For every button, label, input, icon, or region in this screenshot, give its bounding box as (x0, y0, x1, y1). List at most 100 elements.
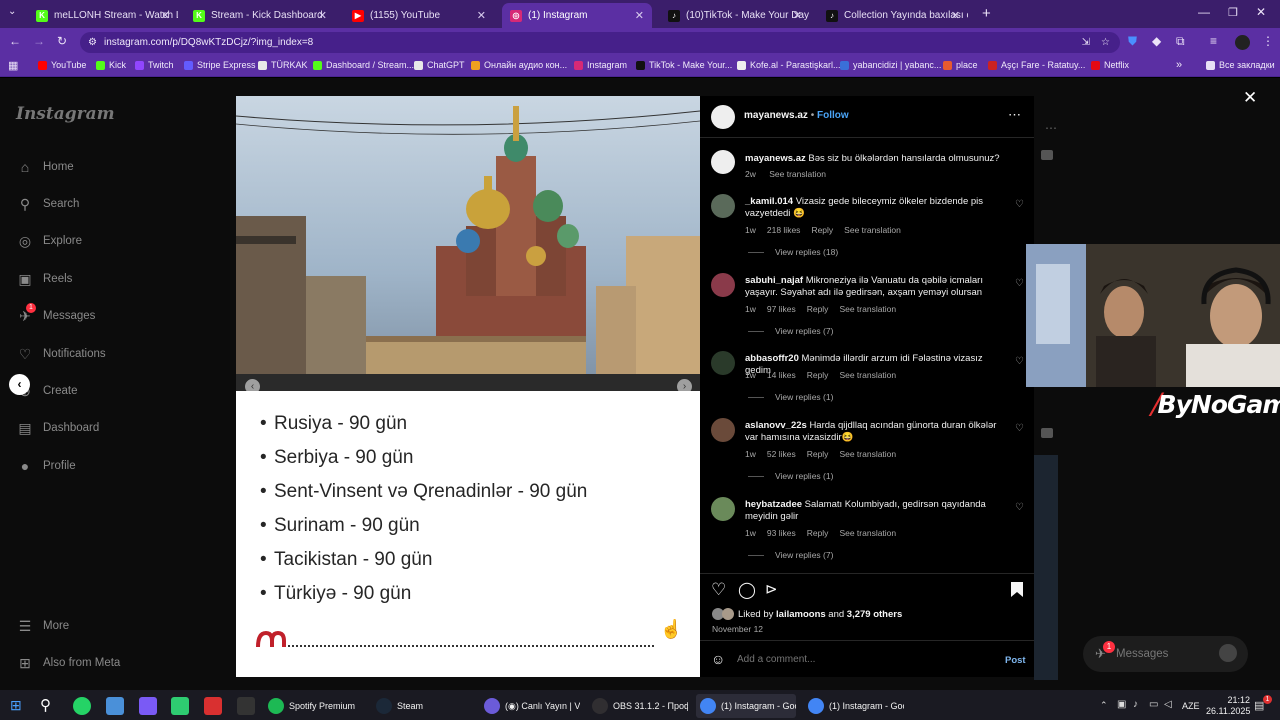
tray-chevron-icon[interactable]: ⌃ (1100, 700, 1108, 711)
bookmark-item[interactable]: Aşçı Fare - Ratatuy... (988, 60, 1085, 70)
browser-tab[interactable]: KmeLLONH Stream - Watch Live✕ (28, 3, 178, 28)
tab-close-icon[interactable]: ✕ (635, 9, 644, 22)
bookmark-item[interactable]: Dashboard / Stream... (313, 60, 414, 70)
bookmark-item[interactable]: yabancidizi | yabanc... (840, 60, 941, 70)
explorer-icon[interactable] (106, 697, 124, 715)
floating-messages[interactable]: ✈ 1 Messages (1083, 636, 1248, 672)
post-comment-button[interactable]: Post (1005, 655, 1026, 666)
sidebar-item-also-from-meta[interactable]: ⊞ Also from Meta (16, 654, 120, 672)
site-info-icon[interactable]: ⚙ (88, 32, 97, 53)
menu-icon[interactable]: ⋮ (1262, 34, 1274, 48)
sidebar-item-dashboard[interactable]: ▤ Dashboard (16, 419, 99, 437)
bookmark-item[interactable]: place (943, 60, 978, 70)
more-options-icon[interactable]: ⋯ (1008, 107, 1021, 123)
taskbar-search-icon[interactable]: ⚲ (40, 696, 51, 714)
sidebar-item-notifications[interactable]: ♡ Notifications (16, 345, 106, 363)
comment-icon[interactable]: ◯ (738, 580, 756, 600)
install-icon[interactable]: ⇲ (1082, 32, 1090, 53)
comment-likes[interactable]: 97 likes (767, 304, 796, 314)
commenter-avatar[interactable] (711, 497, 735, 521)
back-icon[interactable]: ← (9, 34, 21, 48)
commenter-username[interactable]: _kamil.014 (745, 196, 793, 207)
close-window-icon[interactable]: ✕ (1256, 5, 1266, 19)
taskbar-app[interactable]: Steam (372, 694, 472, 718)
bookmark-item[interactable]: Kick (96, 60, 126, 70)
comment-like-icon[interactable]: ♡ (1015, 278, 1024, 289)
bookmark-item[interactable]: TikTok - Make Your... (636, 60, 732, 70)
tab-close-icon[interactable]: ✕ (161, 9, 170, 22)
share-icon[interactable]: ⊳ (765, 580, 778, 598)
bookmark-item[interactable]: ChatGPT (414, 60, 465, 70)
comment-like-icon[interactable]: ♡ (1015, 356, 1024, 367)
see-translation-link[interactable]: See translation (839, 304, 896, 314)
view-replies-link[interactable]: View replies (7) (748, 550, 833, 560)
tab-close-icon[interactable]: ✕ (951, 9, 960, 22)
see-translation-link[interactable]: See translation (839, 528, 896, 538)
comment-likes[interactable]: 218 likes (767, 225, 801, 235)
commenter-avatar[interactable] (711, 418, 735, 442)
sidebar-item-search[interactable]: ⚲ Search (16, 195, 80, 213)
reload-icon[interactable]: ↻ (57, 34, 67, 48)
minimize-icon[interactable]: — (1198, 5, 1210, 19)
reply-link[interactable]: Reply (807, 370, 829, 380)
taskbar-app[interactable]: (1) Instagram - Goo... (804, 694, 904, 718)
view-replies-link[interactable]: View replies (7) (748, 326, 833, 336)
comment-like-icon[interactable]: ♡ (1015, 199, 1024, 210)
browser-tab[interactable]: ♪ Collection Yayında baxılası cr ✕ (818, 3, 968, 28)
sidebar-item-reels[interactable]: ▣ Reels (16, 270, 72, 288)
close-modal-icon[interactable]: ✕ (1243, 88, 1257, 108)
taskbar-app[interactable]: Spotify Premium (264, 694, 364, 718)
media-icon[interactable]: ≡ (1210, 34, 1217, 48)
taskbar-app[interactable]: (◉) Canlı Yayın | V... (480, 694, 580, 718)
keyboard-language[interactable]: AZE (1182, 701, 1200, 711)
reply-link[interactable]: Reply (811, 225, 833, 235)
commenter-username[interactable]: abbasoffr20 (745, 353, 799, 364)
forward-icon[interactable]: → (33, 34, 45, 48)
sidebar-item-more[interactable]: ☰ More (16, 617, 69, 635)
author-avatar[interactable] (711, 105, 735, 129)
sidebar-item-messages[interactable]: ✈ Messages 1 (16, 303, 95, 325)
commenter-username[interactable]: sabuhi_najaf (745, 275, 803, 286)
maximize-icon[interactable]: ❐ (1228, 6, 1238, 19)
store-icon[interactable] (171, 697, 189, 715)
browser-tab[interactable]: ♪ (10)TikTok - Make Your Day ✕ (660, 3, 810, 28)
follow-button[interactable]: Follow (817, 110, 849, 121)
bookmark-item[interactable]: TÜRKAK (258, 60, 308, 70)
instagram-logo[interactable]: Instagram (16, 104, 115, 124)
comment-likes[interactable]: 14 likes (767, 370, 796, 380)
bookmark-star-icon[interactable]: ☆ (1101, 32, 1110, 53)
comment-likes[interactable]: 93 likes (767, 528, 796, 538)
browser-tab[interactable]: K Stream - Kick Dashboard ✕ (185, 3, 335, 28)
like-heart-icon[interactable]: ♡ (711, 580, 726, 600)
app-red-icon[interactable] (204, 697, 222, 715)
volume-icon[interactable]: ◁ (1164, 699, 1172, 710)
microphone-icon[interactable]: ♪ (1133, 699, 1138, 710)
bookmark-item[interactable]: Онлайн аудио кон... (471, 60, 567, 70)
previous-post-icon[interactable]: ‹ (9, 374, 30, 395)
commenter-avatar[interactable] (711, 351, 735, 375)
commenter-username[interactable]: aslanovv_22s (745, 420, 807, 431)
see-translation-link[interactable]: See translation (839, 370, 896, 380)
author-username[interactable]: mayanews.az (744, 110, 808, 121)
commenter-avatar[interactable] (711, 194, 735, 218)
see-translation-link[interactable]: See translation (844, 225, 901, 235)
emoji-icon[interactable]: ☺ (711, 651, 725, 667)
windows-start-icon[interactable]: ⊞ (10, 697, 22, 714)
comment-like-icon[interactable]: ♡ (1015, 502, 1024, 513)
apps-grid-icon[interactable]: ▦ (8, 59, 18, 72)
comment-like-icon[interactable]: ♡ (1015, 423, 1024, 434)
extensions-icon[interactable]: ⧉ (1176, 34, 1185, 49)
extension-shield-icon[interactable]: ⛊ (1128, 34, 1137, 49)
network-icon[interactable]: ▭ (1149, 699, 1158, 710)
browser-tab[interactable]: ◎ (1) Instagram ✕ (502, 3, 652, 28)
reply-link[interactable]: Reply (807, 528, 829, 538)
reply-link[interactable]: Reply (807, 449, 829, 459)
taskbar-app[interactable]: OBS 31.1.2 - Проф... (588, 694, 688, 718)
tab-close-icon[interactable]: ✕ (318, 9, 327, 22)
new-tab-icon[interactable]: + (982, 5, 991, 22)
url-field[interactable]: ⚙ instagram.com/p/DQ8wKTzDCjz/?img_index… (80, 32, 1120, 53)
extension-diamond-icon[interactable]: ◆ (1152, 34, 1161, 48)
sidebar-item-home[interactable]: ⌂ Home (16, 158, 74, 176)
clock[interactable]: 21:12 26.11.2025 (1206, 695, 1250, 717)
commenter-username[interactable]: heybatzadee (745, 499, 802, 510)
